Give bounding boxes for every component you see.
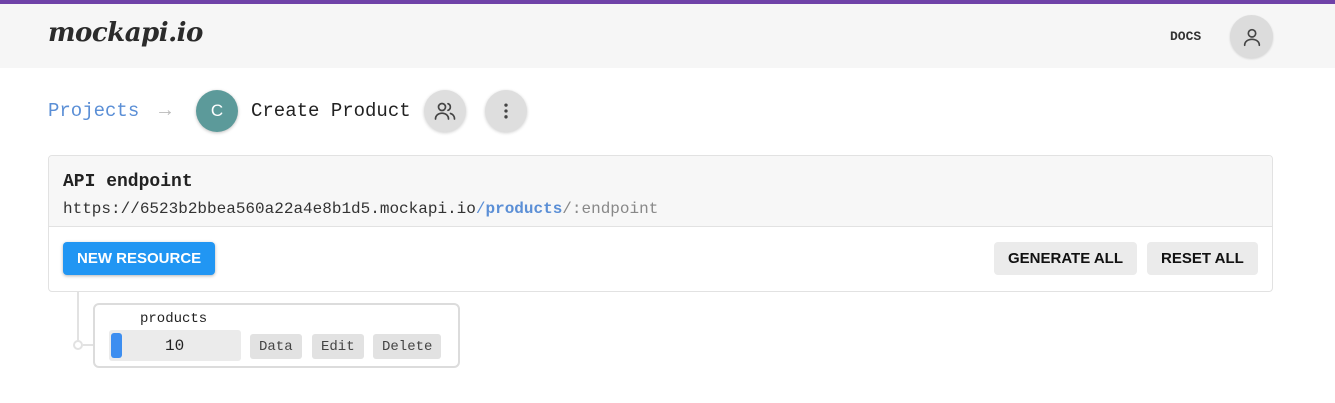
api-endpoint-url[interactable]: https://6523b2bbea560a22a4e8b1d5.mockapi… [63, 200, 658, 218]
users-icon [434, 102, 456, 120]
logo[interactable]: mockapi.io [48, 18, 203, 48]
project-avatar-letter: C [210, 101, 224, 120]
reset-all-button[interactable]: RESET ALL [1147, 242, 1258, 275]
tree-connector-vertical [77, 292, 79, 345]
api-base-url: https://6523b2bbea560a22a4e8b1d5.mockapi… [63, 200, 476, 218]
app-header: mockapi.io DOCS [0, 4, 1335, 68]
project-more-button[interactable] [485, 90, 527, 132]
api-endpoint-card: API endpoint https://6523b2bbea560a22a4e… [48, 155, 1273, 292]
user-menu-button[interactable] [1230, 15, 1273, 58]
project-title: Create Product [251, 100, 411, 122]
user-icon [1243, 28, 1260, 46]
project-members-button[interactable] [424, 90, 466, 132]
generate-all-button[interactable]: GENERATE ALL [994, 242, 1137, 275]
more-vertical-icon [504, 103, 508, 119]
project-avatar: C [196, 90, 238, 132]
breadcrumb-projects[interactable]: Projects [48, 100, 139, 122]
docs-link[interactable]: DOCS [1170, 29, 1201, 44]
resource-count-slider[interactable]: 10 [109, 330, 241, 361]
resource-edit-button[interactable]: Edit [312, 334, 364, 359]
new-resource-button[interactable]: NEW RESOURCE [63, 242, 216, 275]
breadcrumb-arrow-icon: → [155, 99, 175, 121]
resource-count-handle[interactable] [111, 333, 122, 358]
api-url-suffix: /:endpoint [562, 200, 659, 218]
resource-data-button[interactable]: Data [250, 334, 302, 359]
resource-name: products [140, 311, 208, 327]
api-endpoint-panel: API endpoint https://6523b2bbea560a22a4e… [49, 156, 1272, 227]
tree-connector-node [73, 340, 83, 350]
resource-count-value: 10 [165, 337, 185, 355]
resource-card: products 10 Data Edit Delete [93, 303, 460, 368]
api-url-resource: products [485, 200, 563, 218]
resource-delete-button[interactable]: Delete [373, 334, 442, 359]
api-endpoint-title: API endpoint [63, 172, 193, 192]
